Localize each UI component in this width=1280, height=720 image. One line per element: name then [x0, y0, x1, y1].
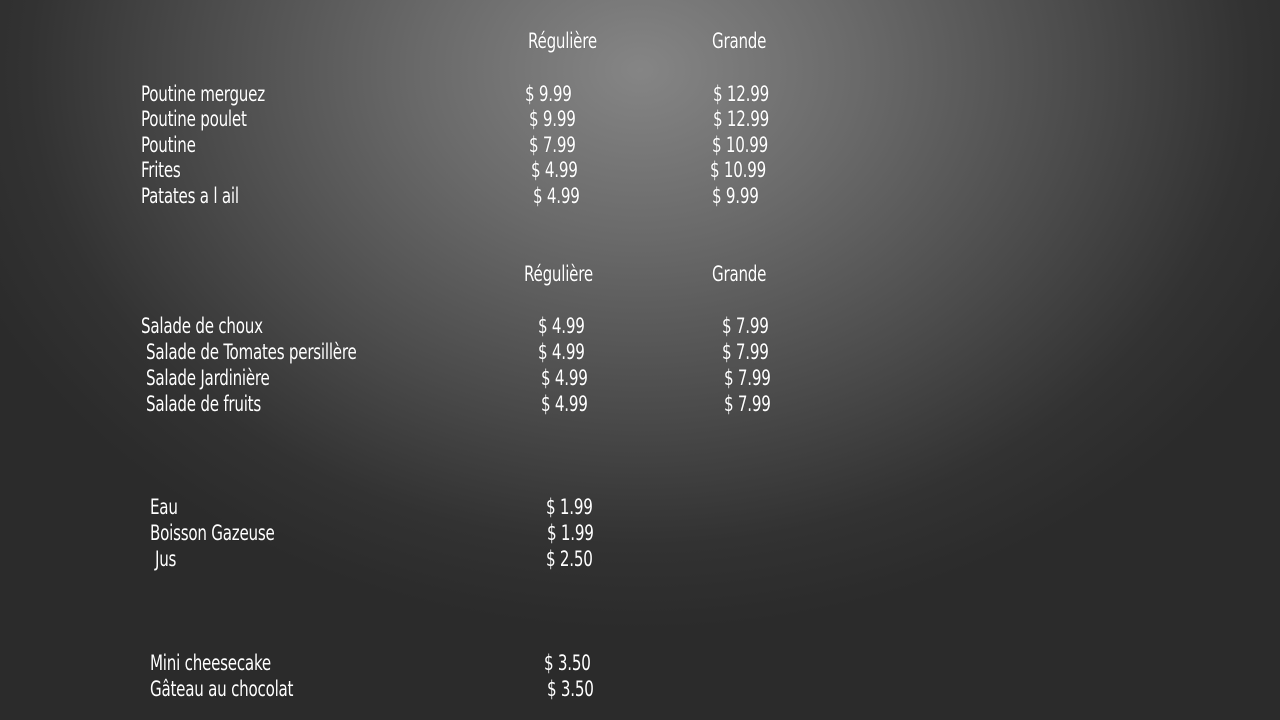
menu-item-name: Salade de fruits [146, 392, 261, 416]
menu-item-name: Poutine [141, 133, 196, 157]
menu-item-price: $ 3.50 [547, 677, 594, 701]
menu-item-name: Boisson Gazeuse [150, 521, 275, 545]
menu-item-price-regular: $ 4.99 [531, 158, 578, 182]
poutines-header-regular: Régulière [528, 29, 597, 53]
menu-item-price-regular: $ 9.99 [529, 107, 576, 131]
menu-item-name: Mini cheesecake [150, 651, 271, 675]
menu-item-price-large: $ 10.99 [712, 133, 768, 157]
menu-item-name: Poutine poulet [141, 107, 247, 131]
menu-item-price: $ 1.99 [546, 495, 593, 519]
menu-item-price-regular: $ 4.99 [541, 366, 588, 390]
menu-item-price-regular: $ 7.99 [529, 133, 576, 157]
menu-item-price-regular: $ 9.99 [525, 82, 572, 106]
menu-item-price-large: $ 7.99 [722, 314, 769, 338]
menu-item-price-regular: $ 4.99 [541, 392, 588, 416]
menu-item-name: Poutine merguez [141, 82, 265, 106]
menu-item-price-regular: $ 4.99 [538, 340, 585, 364]
menu-item-price-large: $ 7.99 [722, 340, 769, 364]
menu-item-price-large: $ 7.99 [724, 366, 771, 390]
menu-item-name: Salade de Tomates persillère [146, 340, 357, 364]
menu-item-name: Patates a l ail [141, 184, 239, 208]
menu-item-price-large: $ 7.99 [724, 392, 771, 416]
menu-item-name: Salade Jardinière [146, 366, 270, 390]
menu-item-name: Jus [155, 547, 177, 571]
menu-item-price-large: $ 9.99 [712, 184, 759, 208]
menu-item-price-large: $ 10.99 [710, 158, 766, 182]
menu-item-price-regular: $ 4.99 [538, 314, 585, 338]
menu-item-price: $ 1.99 [547, 521, 594, 545]
menu-board: Régulière Grande Poutine merguez $ 9.99 … [0, 0, 1280, 720]
menu-item-name: Eau [150, 495, 178, 519]
menu-item-name: Salade de choux [141, 314, 263, 338]
menu-item-name: Gâteau au chocolat [150, 677, 294, 701]
poutines-header-large: Grande [712, 29, 767, 53]
salades-header-large: Grande [712, 262, 767, 286]
menu-item-price-regular: $ 4.99 [533, 184, 580, 208]
menu-item-price: $ 2.50 [546, 547, 593, 571]
menu-item-name: Frites [141, 158, 181, 182]
menu-item-price-large: $ 12.99 [713, 107, 769, 131]
menu-item-price: $ 3.50 [544, 651, 591, 675]
salades-header-regular: Régulière [524, 262, 593, 286]
menu-item-price-large: $ 12.99 [713, 82, 769, 106]
